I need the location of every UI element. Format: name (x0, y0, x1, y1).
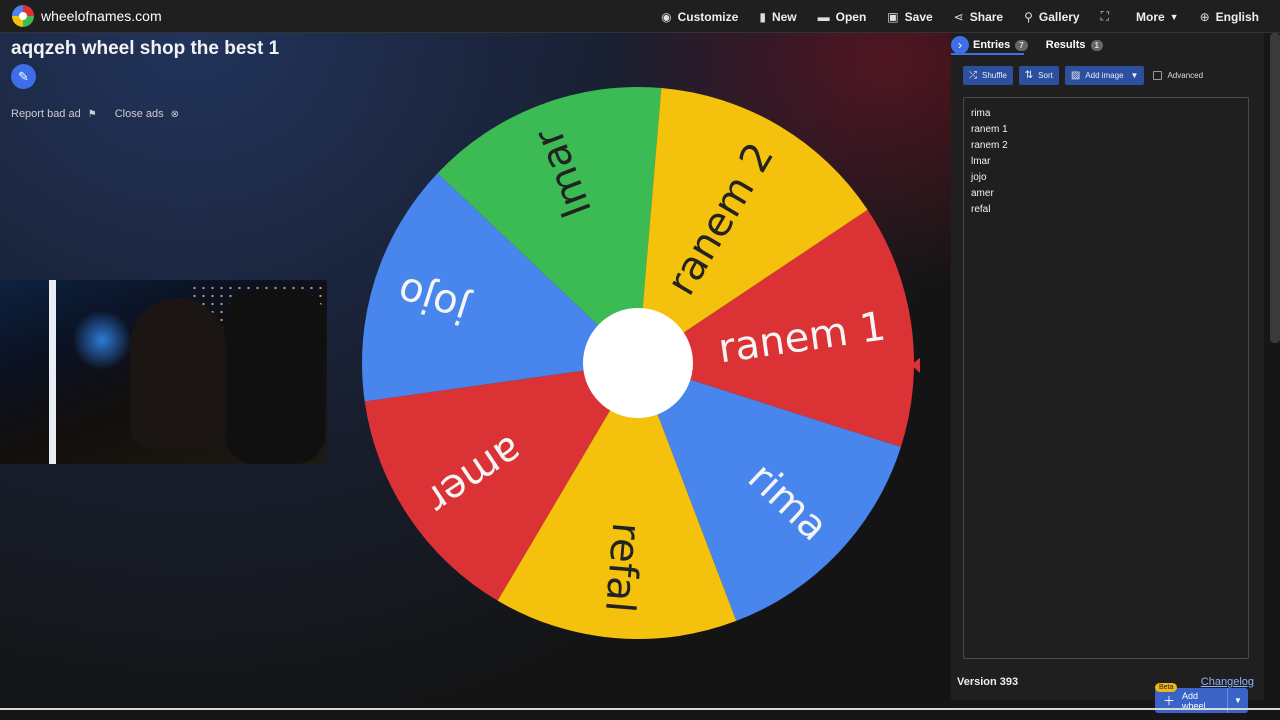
entry-item: amer (971, 188, 994, 199)
entries-toolbar: ⤮ Shuffle ⇅ Sort ▨ Add image ▼ Advanced (963, 66, 1203, 85)
site-name: wheelofnames.com (41, 8, 162, 24)
tab-entries[interactable]: Entries 7 (973, 39, 1028, 51)
active-tab-indicator (951, 53, 1024, 55)
entry-item: jojo (971, 172, 987, 183)
wheel-segment-label: refal (596, 521, 649, 614)
changelog-link[interactable]: Changelog (1201, 676, 1254, 688)
plus-icon: ＋ (1163, 694, 1176, 708)
entry-item: refal (971, 204, 991, 215)
sort-icon: ⇅ (1024, 70, 1034, 81)
pencil-icon: ✎ (18, 68, 29, 84)
webcam-person (130, 298, 226, 448)
wheel-center-hub[interactable] (583, 308, 693, 418)
spinning-wheel[interactable]: ranem 1rimarefalamerjojolmar ranem 2 (360, 85, 920, 645)
palette-icon: ◉ (661, 9, 672, 24)
webcam-lamp (49, 280, 56, 464)
advanced-checkbox[interactable]: Advanced (1153, 71, 1203, 80)
menu-gallery-button[interactable]: ⚲ Gallery (1024, 10, 1080, 24)
language-button[interactable]: ⊕ English (1200, 10, 1259, 24)
menu-share-button[interactable]: ⋖ Share (954, 10, 1003, 24)
globe-icon: ⊕ (1199, 9, 1210, 24)
fullscreen-icon: ⛶ (1100, 9, 1109, 23)
menu-label: Customize (677, 9, 739, 24)
menu-new-button[interactable]: ▮ New (759, 10, 796, 24)
close-ads-link[interactable]: Close ads ⊗ (115, 108, 182, 120)
menu-open-button[interactable]: ▬ Open (818, 10, 867, 24)
chevron-down-icon: ▼ (1130, 71, 1139, 80)
webcam-overlay (0, 280, 327, 464)
tab-results[interactable]: Results 1 (1046, 39, 1103, 51)
menu-label: Open (835, 9, 867, 24)
flag-icon: ⚑ (87, 108, 97, 120)
entry-list: rima ranem 1 ranem 2 lmar jojo amer refal (971, 106, 1008, 218)
page-scrollbar[interactable] (1270, 33, 1280, 343)
sidebar-panel: › Entries 7 Results 1 ⤮ Shuffle ⇅ Sort ▨ Add … (951, 33, 1264, 713)
tab-count-badge: 1 (1090, 39, 1103, 51)
menu-label: New (771, 9, 797, 24)
image-icon: ▨ (1070, 70, 1081, 81)
shuffle-label: Shuffle (982, 71, 1007, 80)
share-icon: ⋖ (953, 9, 964, 24)
close-circle-icon: ⊗ (170, 108, 179, 120)
chevron-right-icon: › (958, 38, 962, 52)
menu-save-button[interactable]: ▣ Save (887, 10, 932, 24)
bottom-divider (0, 708, 1280, 710)
add-image-button[interactable]: ▨ Add image ▼ (1064, 66, 1145, 85)
brand[interactable]: wheelofnames.com (12, 5, 162, 27)
version-label: Version 393 (957, 676, 1019, 688)
add-wheel-dropdown[interactable]: ▼ (1228, 696, 1248, 705)
sidebar-footer: Version 393 Changelog (957, 676, 1254, 688)
tab-label: Results (1045, 39, 1086, 51)
collapse-panel-button[interactable]: › (951, 36, 969, 54)
webcam-chair (225, 290, 325, 464)
close-ads-label: Close ads (114, 108, 164, 120)
wheel-logo-icon (12, 5, 34, 27)
entry-item: ranem 1 (971, 124, 1008, 135)
menu-label: Gallery (1038, 9, 1080, 24)
ad-links: Report bad ad ⚑ Close ads ⊗ (11, 108, 197, 120)
menu-label: Share (969, 9, 1004, 24)
tab-count-badge: 7 (1015, 39, 1028, 51)
wheel-title: aqqzeh wheel shop the best 1 (11, 38, 280, 59)
edit-title-button[interactable]: ✎ (11, 64, 36, 89)
tab-label: Entries (973, 39, 1011, 51)
top-bar: wheelofnames.com ◉ Customize ▮ New ▬ Open ▣… (0, 0, 1280, 33)
main-menu: ◉ Customize ▮ New ▬ Open ▣ Save ⋖ Share ⚲ Gall… (661, 0, 1280, 33)
report-label: Report bad ad (11, 108, 81, 120)
advanced-label: Advanced (1167, 71, 1204, 80)
sidebar-tabs: › Entries 7 Results 1 (951, 33, 1121, 55)
menu-label: Save (904, 9, 933, 24)
chevron-down-icon: ▼ (1169, 11, 1179, 22)
sort-label: Sort (1038, 71, 1053, 80)
add-image-label: Add image (1085, 71, 1124, 80)
menu-label: English (1215, 9, 1259, 24)
shuffle-icon: ⤮ (969, 70, 977, 81)
sort-button[interactable]: ⇅ Sort (1018, 66, 1059, 85)
menu-more-button[interactable]: More ▼ (1136, 10, 1179, 24)
webcam-light (72, 310, 132, 370)
fullscreen-button[interactable]: ⛶ (1101, 9, 1115, 24)
menu-label: More (1136, 9, 1165, 24)
checkbox-box[interactable] (1153, 71, 1163, 80)
file-icon: ▮ (759, 9, 766, 24)
shuffle-button[interactable]: ⤮ Shuffle (963, 66, 1013, 85)
entry-item: rima (971, 108, 991, 119)
entry-item: ranem 2 (971, 140, 1008, 151)
report-bad-ad-link[interactable]: Report bad ad ⚑ (11, 108, 100, 120)
menu-customize-button[interactable]: ◉ Customize (661, 10, 738, 24)
chevron-down-icon: ▼ (1233, 696, 1242, 705)
save-icon: ▣ (887, 9, 899, 24)
entries-textarea[interactable]: rima ranem 1 ranem 2 lmar jojo amer refal ＋ Add… (963, 97, 1249, 713)
folder-icon: ▬ (817, 9, 830, 24)
entry-item: lmar (971, 156, 991, 167)
search-icon: ⚲ (1024, 9, 1033, 24)
